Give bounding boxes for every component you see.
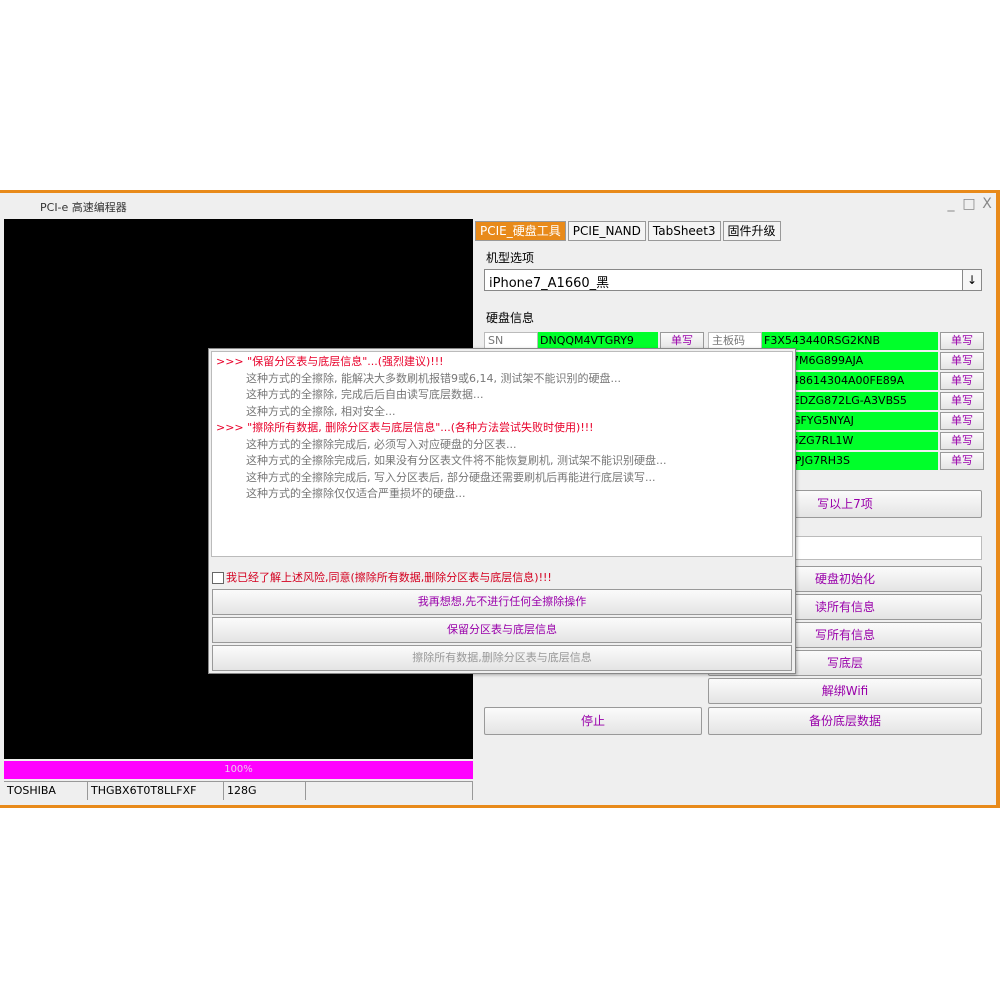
tab-pcie-disk-tool[interactable]: PCIE_硬盘工具 [475,221,566,241]
status-bar: TOSHIBA THGBX6T0T8LLFXF 128G [4,781,473,800]
window-title: PCI-e 高速编程器 [40,201,127,214]
memo-line: 这种方式的全擦除完成后, 必须写入对应硬盘的分区表... [246,437,517,451]
checkbox-icon[interactable] [212,572,224,584]
memo-line: 这种方式的全擦除完成后, 如果没有分区表文件将不能恢复刷机, 测试架不能识别硬盘… [246,454,667,467]
status-brand: TOSHIBA [4,782,88,800]
progress-bar: 100% [4,761,473,779]
unbind-wifi-button[interactable]: 解绑Wifi [708,678,982,704]
status-capacity: 128G [224,782,306,800]
maximize-icon[interactable]: □ [960,196,978,212]
dropdown-arrow-icon[interactable]: ↓ [962,270,981,290]
keep-partition-button[interactable]: 保留分区表与底层信息 [212,617,792,643]
write-button-4[interactable]: 单写 [940,392,984,410]
tab-firmware[interactable]: 固件升级 [722,221,781,241]
tab-sheet3[interactable]: TabSheet3 [647,221,721,241]
minimize-icon[interactable]: _ [942,196,960,212]
consent-checkbox[interactable]: 我已经了解上述风险,同意(擦除所有数据,删除分区表与底层信息)!!! [212,569,552,585]
memo-line: >>> "擦除所有数据, 删除分区表与底层信息"...(各种方法尝试失败时使用)… [216,421,594,434]
memo-line: >>> "保留分区表与底层信息"...(强烈建议)!!! [216,355,444,368]
model-group-label: 机型选项 [486,251,535,265]
status-model: THGBX6T0T8LLFXF [88,782,224,800]
tab-bar: PCIE_硬盘工具 PCIE_NAND TabSheet3 固件升级 [475,221,783,241]
backup-button[interactable]: 备份底层数据 [708,707,982,735]
window-edge [996,190,1000,808]
write-button-6[interactable]: 单写 [940,432,984,450]
disk-info-label: 硬盘信息 [486,311,535,325]
tab-pcie-nand[interactable]: PCIE_NAND [567,221,646,241]
progress-text: 100% [224,764,253,775]
memo-line: 这种方式的全擦除仅仅适合严重损坏的硬盘... [246,487,466,500]
memo-line: 这种方式的全擦除, 能解决大多数刷机报错9或6,14, 测试架不能识别的硬盘..… [246,371,621,385]
close-icon[interactable]: X [978,196,996,212]
write-button-7[interactable]: 单写 [940,452,984,470]
erase-dialog: >>> "保留分区表与底层信息"...(强烈建议)!!! 这种方式的全擦除, 能… [208,348,796,674]
stop-button[interactable]: 停止 [484,707,702,735]
write-button-5[interactable]: 单写 [940,412,984,430]
warning-memo[interactable]: >>> "保留分区表与底层信息"...(强烈建议)!!! 这种方式的全擦除, 能… [211,351,793,557]
memo-line: 这种方式的全擦除, 完成后后自由读写底层数据... [246,388,484,401]
memo-line: 这种方式的全擦除完成后, 写入分区表后, 部分硬盘还需要刷机后再能进行底层读写.… [246,470,656,484]
write-button-2[interactable]: 单写 [940,352,984,370]
model-select[interactable]: iPhone7_A1660_黑 ↓ [484,269,982,291]
erase-all-button[interactable]: 擦除所有数据,删除分区表与底层信息 [212,645,792,671]
model-select-value: iPhone7_A1660_黑 [489,276,610,291]
write-button-1[interactable]: 单写 [940,332,984,350]
title-bar: PCI-e 高速编程器 _ □ X [0,193,1000,219]
memo-line: 这种方式的全擦除, 相对安全... [246,404,396,418]
status-extra [306,782,473,800]
write-button-3[interactable]: 单写 [940,372,984,390]
consent-label: 我已经了解上述风险,同意(擦除所有数据,删除分区表与底层信息)!!! [226,571,552,584]
cancel-erase-button[interactable]: 我再想想,先不进行任何全擦除操作 [212,589,792,615]
